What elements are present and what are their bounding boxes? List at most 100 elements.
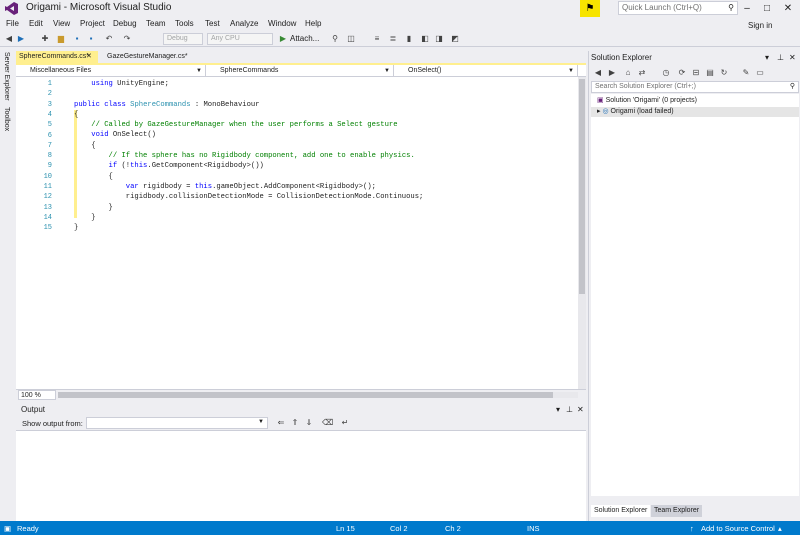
output-text-area[interactable]: [16, 431, 586, 521]
comment-icon[interactable]: ≡: [372, 34, 382, 44]
server-explorer-tab[interactable]: Server Explorer: [3, 52, 10, 101]
maximize-button[interactable]: □: [756, 0, 778, 17]
code-line[interactable]: ​: [74, 89, 423, 99]
code-line[interactable]: {: [74, 110, 423, 120]
add-to-source-control-button[interactable]: Add to Source Control: [701, 524, 775, 533]
output-source-select[interactable]: ▼: [86, 417, 268, 429]
collapse-all-icon[interactable]: ⊟: [691, 68, 701, 78]
tab-team-explorer[interactable]: Team Explorer: [651, 505, 703, 517]
sign-in-link[interactable]: Sign in: [748, 21, 772, 30]
tree-item-project[interactable]: ▸ ◎ Origami (load failed): [591, 107, 799, 117]
next-message-icon[interactable]: ⇓: [304, 418, 314, 428]
properties-icon[interactable]: ✎: [741, 68, 751, 78]
editor-vertical-scrollbar[interactable]: [578, 77, 586, 389]
class-select[interactable]: SphereCommands ▼: [206, 65, 394, 77]
code-line[interactable]: void OnSelect(): [74, 130, 423, 140]
attach-button[interactable]: Attach...: [290, 34, 319, 43]
close-icon[interactable]: ✕: [577, 405, 584, 414]
code-line[interactable]: using UnityEngine;: [74, 79, 423, 89]
code-line[interactable]: }: [74, 213, 423, 223]
dropdown-icon[interactable]: ▾: [765, 53, 769, 62]
code-line[interactable]: }: [74, 203, 423, 213]
close-icon[interactable]: ✕: [789, 53, 796, 62]
undo-icon[interactable]: ↶: [104, 34, 114, 44]
close-button[interactable]: ✕: [777, 0, 799, 17]
history-icon[interactable]: ◷: [661, 68, 671, 78]
next-bookmark-icon[interactable]: ◨: [434, 34, 444, 44]
menu-help[interactable]: Help: [305, 19, 321, 28]
feedback-flag-icon[interactable]: ⚑: [580, 0, 600, 17]
pin-icon[interactable]: ✕: [86, 51, 92, 63]
menu-analyze[interactable]: Analyze: [230, 19, 258, 28]
word-wrap-icon[interactable]: ↵: [340, 418, 350, 428]
tree-item-solution[interactable]: ▣ Solution 'Origami' (0 projects): [591, 96, 799, 106]
find-in-files-icon[interactable]: ⚲: [330, 34, 340, 44]
back-icon[interactable]: ◀: [4, 34, 14, 44]
project-select[interactable]: Miscellaneous Files ▼: [16, 65, 206, 77]
menu-file[interactable]: File: [6, 19, 19, 28]
tab-gaze-gesture-manager[interactable]: GazeGestureManager.cs*: [104, 51, 204, 63]
code-line[interactable]: public class SphereCommands : MonoBehavi…: [74, 100, 423, 110]
member-select[interactable]: OnSelect() ▼: [394, 65, 578, 77]
prev-message-icon[interactable]: ⇑: [290, 418, 300, 428]
code-line[interactable]: if (!this.GetComponent<Rigidbody>()): [74, 161, 423, 171]
code-text[interactable]: using UnityEngine;​public class SphereCo…: [74, 79, 423, 233]
menu-tools[interactable]: Tools: [175, 19, 194, 28]
bookmark-icon[interactable]: ▮: [404, 34, 414, 44]
menu-window[interactable]: Window: [268, 19, 296, 28]
menu-team[interactable]: Team: [146, 19, 166, 28]
clear-all-icon[interactable]: ⌫: [322, 418, 333, 428]
pin-icon[interactable]: ⊥: [566, 405, 573, 414]
tab-sphere-commands[interactable]: SphereCommands.cs* ✕: [16, 51, 98, 63]
pin-icon[interactable]: ⊥: [777, 53, 784, 62]
solution-configuration-select[interactable]: Debug: [163, 33, 203, 45]
menu-test[interactable]: Test: [205, 19, 220, 28]
new-project-icon[interactable]: ✚: [40, 34, 50, 44]
toolbox-tab[interactable]: Toolbox: [3, 107, 10, 131]
chevron-up-icon[interactable]: ▴: [778, 524, 782, 533]
menu-project[interactable]: Project: [80, 19, 105, 28]
dropdown-icon[interactable]: ▾: [556, 405, 560, 414]
code-line[interactable]: rigidbody.collisionDetectionMode = Colli…: [74, 192, 424, 202]
clear-bookmarks-icon[interactable]: ◩: [450, 34, 460, 44]
code-editor[interactable]: 1 2 3 4 5 6 7 8 9 10 11 12 13 14 15 using UnityEngine;…: [16, 77, 578, 389]
open-file-icon[interactable]: ▆: [56, 34, 66, 44]
home-icon[interactable]: ⌂: [623, 68, 633, 78]
editor-horizontal-scrollbar[interactable]: [58, 392, 578, 398]
menu-view[interactable]: View: [53, 19, 70, 28]
refresh-icon[interactable]: ⟳: [677, 68, 687, 78]
scroll-thumb[interactable]: [579, 79, 585, 294]
sync-icon[interactable]: ⇄: [637, 68, 647, 78]
code-line[interactable]: // Called by GazeGestureManager when the…: [74, 120, 423, 130]
prev-bookmark-icon[interactable]: ◧: [420, 34, 430, 44]
solution-search-input[interactable]: Search Solution Explorer (Ctrl+;) ⚲: [591, 81, 799, 93]
show-all-files-icon[interactable]: ▤: [705, 68, 715, 78]
save-icon[interactable]: ▪: [72, 34, 82, 44]
save-all-icon[interactable]: ▪: [86, 34, 96, 44]
forward-icon[interactable]: ▶: [16, 34, 26, 44]
code-token: this: [194, 182, 213, 191]
start-play-icon[interactable]: ▶: [278, 34, 288, 44]
uncomment-icon[interactable]: ≣: [388, 34, 398, 44]
quick-launch-input[interactable]: Quick Launch (Ctrl+Q) ⚲: [618, 1, 738, 15]
code-line[interactable]: }: [74, 223, 423, 233]
refresh-tree-icon[interactable]: ↻: [719, 68, 729, 78]
back-icon[interactable]: ◀: [593, 68, 603, 78]
code-line[interactable]: {: [74, 141, 423, 151]
preview-icon[interactable]: ▭: [755, 68, 765, 78]
code-line[interactable]: {: [74, 172, 423, 182]
menu-debug[interactable]: Debug: [113, 19, 137, 28]
browser-link-icon[interactable]: ◫: [346, 34, 356, 44]
find-message-icon[interactable]: ⇐: [276, 418, 286, 428]
scroll-thumb[interactable]: [58, 392, 553, 398]
zoom-select[interactable]: 100 %: [18, 390, 56, 400]
tab-solution-explorer[interactable]: Solution Explorer: [591, 505, 651, 517]
forward-icon[interactable]: ▶: [607, 68, 617, 78]
code-line[interactable]: var rigidbody = this.gameObject.AddCompo…: [74, 182, 423, 192]
expand-arrow-icon[interactable]: ▸: [597, 108, 601, 115]
solution-platform-select[interactable]: Any CPU: [207, 33, 273, 45]
redo-icon[interactable]: ↷: [122, 34, 132, 44]
code-line[interactable]: // If the sphere has no Rigidbody compon…: [74, 151, 423, 161]
minimize-button[interactable]: –: [736, 0, 758, 17]
menu-edit[interactable]: Edit: [29, 19, 43, 28]
